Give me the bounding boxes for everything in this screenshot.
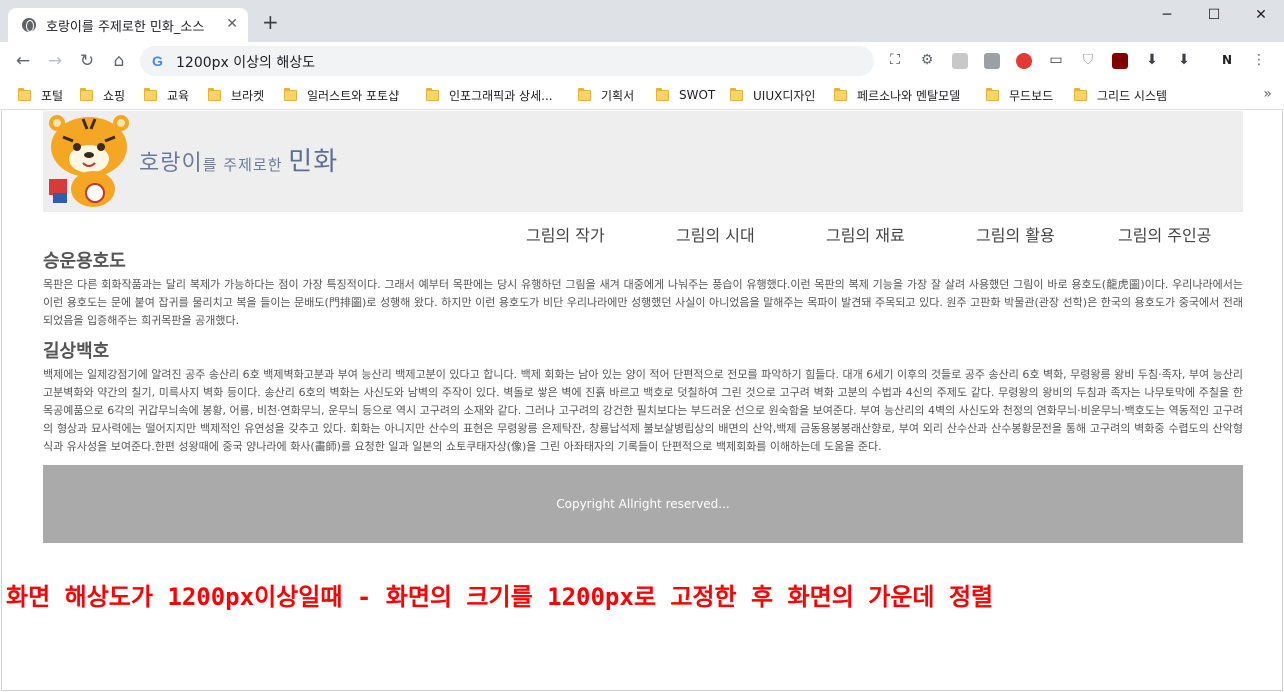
bookmark-folder[interactable]: 포털 bbox=[18, 85, 63, 105]
google-icon: G bbox=[152, 53, 163, 69]
tv-extension-icon[interactable]: ▭ bbox=[1047, 51, 1065, 69]
section-gilsang: 길상백호 백제에는 일제강점기에 알려진 공주 송산리 6호 백제벽화고분과 부… bbox=[43, 340, 1243, 456]
ublock-icon[interactable] bbox=[1112, 53, 1128, 69]
tab-close-icon[interactable]: ✕ bbox=[226, 16, 238, 32]
back-icon[interactable]: ← bbox=[12, 50, 34, 72]
section-body: 백제에는 일제강점기에 알려진 공주 송산리 6호 백제벽화고분과 부여 능산리… bbox=[43, 368, 1243, 453]
bookmark-folder[interactable]: 무드보드 bbox=[986, 85, 1053, 105]
section-body: 목판은 다른 회화작품과는 달리 복제가 가능하다는 점이 가장 특징적이다. … bbox=[43, 278, 1243, 327]
annotation-caption: 화면 해상도가 1200px이상일때 - 화면의 크기를 1200px로 고정한… bbox=[6, 583, 994, 611]
download-manager-icon[interactable]: ⬇ bbox=[1175, 51, 1193, 69]
browser-toolbar: ← → ↻ ⌂ G 1200px 이상의 해상도 ⛶ ⚙ ▭ ⛉ ⬇ ⬇ N ⋮ bbox=[0, 42, 1284, 80]
folder-icon bbox=[986, 87, 999, 101]
folder-icon bbox=[656, 87, 669, 101]
bookmark-folder[interactable]: UIUX디자인 bbox=[730, 85, 815, 105]
folder-icon bbox=[834, 87, 847, 101]
bookmark-folder[interactable]: 쇼핑 bbox=[80, 85, 125, 105]
tab-strip: 호랑이를 주제로한 민화_소스 ✕ + ─ ☐ ✕ bbox=[0, 0, 1284, 42]
copyright-text: Copyright Allright reserved... bbox=[556, 497, 730, 511]
folder-icon bbox=[1074, 87, 1087, 101]
address-bar[interactable]: G 1200px 이상의 해상도 bbox=[140, 46, 874, 76]
folder-icon bbox=[426, 87, 439, 101]
new-tab-button[interactable]: + bbox=[262, 12, 279, 32]
site-header: 호랑이를 주제로한 민화 bbox=[43, 111, 1243, 212]
site-logo-title[interactable]: 호랑이를 주제로한 민화 bbox=[139, 141, 338, 178]
site-nav: 그림의 작가 그림의 시대 그림의 재료 그림의 활용 그림의 주인공 bbox=[43, 212, 1243, 250]
nav-item-artist[interactable]: 그림의 작가 bbox=[526, 222, 605, 246]
site-footer: Copyright Allright reserved... bbox=[43, 465, 1243, 543]
bookmark-folder[interactable]: 일러스트와 포토샵 bbox=[284, 85, 399, 105]
nav-item-usage[interactable]: 그림의 활용 bbox=[976, 222, 1055, 246]
more-bookmarks-icon[interactable]: » bbox=[1263, 86, 1272, 102]
bookmark-folder[interactable]: SWOT bbox=[656, 85, 715, 105]
folder-icon bbox=[144, 87, 157, 101]
folder-icon bbox=[80, 87, 93, 101]
download-icon[interactable]: ⬇ bbox=[1143, 51, 1161, 69]
forward-icon[interactable]: → bbox=[44, 50, 66, 72]
bookmark-folder[interactable]: 인포그래픽과 상세... bbox=[426, 85, 553, 105]
folder-icon bbox=[730, 87, 743, 101]
nav-item-era[interactable]: 그림의 시대 bbox=[676, 222, 755, 246]
address-text[interactable]: 1200px 이상의 해상도 bbox=[176, 52, 315, 72]
nav-item-material[interactable]: 그림의 재료 bbox=[826, 222, 905, 246]
minimize-icon[interactable]: ─ bbox=[1158, 6, 1176, 24]
reload-icon[interactable]: ↻ bbox=[76, 50, 98, 72]
settings-extension-icon[interactable]: ⚙ bbox=[918, 51, 936, 69]
folder-icon bbox=[578, 87, 591, 101]
bookmark-folder[interactable]: 기획서 bbox=[578, 85, 634, 105]
page-viewport: 호랑이를 주제로한 민화 그림의 작가 그림의 시대 그림의 재료 그림의 활용… bbox=[1, 111, 1283, 691]
menu-icon[interactable]: ⋮ bbox=[1250, 51, 1268, 69]
section-title: 승운용호도 bbox=[43, 251, 126, 272]
bookmark-folder[interactable]: 브라켓 bbox=[208, 85, 264, 105]
home-icon[interactable]: ⌂ bbox=[108, 50, 130, 72]
red-extension-icon[interactable] bbox=[1016, 53, 1032, 69]
bookmark-folder[interactable]: 교육 bbox=[144, 85, 189, 105]
window-extension-icon[interactable] bbox=[952, 53, 968, 69]
screenshot-extension-icon[interactable]: ⛶ bbox=[886, 51, 904, 69]
browser-tab[interactable]: 호랑이를 주제로한 민화_소스 ✕ bbox=[8, 8, 248, 42]
bookmark-folder[interactable]: 페르소나와 멘탈모델 bbox=[834, 85, 960, 105]
css-extension-icon[interactable] bbox=[984, 53, 1000, 69]
tab-title: 호랑이를 주제로한 민화_소스 bbox=[46, 20, 205, 35]
bookmark-folder[interactable]: 그리드 시스템 bbox=[1074, 85, 1167, 105]
nav-item-subject[interactable]: 그림의 주인공 bbox=[1118, 222, 1211, 246]
profile-avatar[interactable]: N bbox=[1218, 51, 1236, 69]
folder-icon bbox=[18, 87, 31, 101]
folder-icon bbox=[208, 87, 221, 101]
bookmarks-bar: 포털 쇼핑 교육 브라켓 일러스트와 포토샵 인포그래픽과 상세... 기획서 … bbox=[0, 80, 1284, 110]
tiger-logo-icon[interactable] bbox=[43, 113, 133, 209]
shield-extension-icon[interactable]: ⛉ bbox=[1079, 51, 1097, 69]
section-title: 길상백호 bbox=[43, 341, 110, 362]
globe-icon bbox=[22, 18, 36, 32]
close-window-icon[interactable]: ✕ bbox=[1252, 6, 1270, 24]
section-seungun: 승운용호도 목판은 다른 회화작품과는 달리 복제가 가능하다는 점이 가장 특… bbox=[43, 250, 1243, 330]
page-container: 호랑이를 주제로한 민화 그림의 작가 그림의 시대 그림의 재료 그림의 활용… bbox=[43, 111, 1243, 543]
folder-icon bbox=[284, 87, 297, 101]
maximize-icon[interactable]: ☐ bbox=[1205, 6, 1223, 24]
